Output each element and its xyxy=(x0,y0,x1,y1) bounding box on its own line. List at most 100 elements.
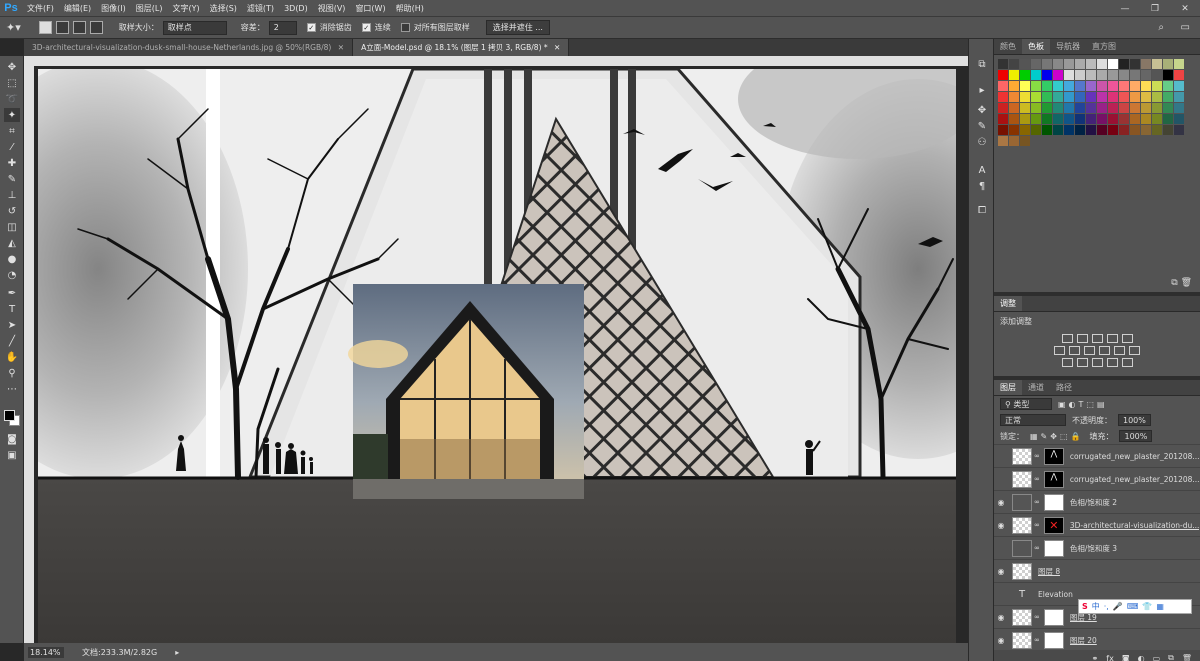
layer-row[interactable]: ◉ ∞ ✕ 3D-architectural-visualization-du... xyxy=(994,513,1200,536)
layer-row[interactable]: ◉ ∞ 图层 20 xyxy=(994,628,1200,651)
color-swatch[interactable] xyxy=(1086,81,1096,91)
color-swatch[interactable] xyxy=(1130,103,1140,113)
visibility-eye-icon[interactable]: ◉ xyxy=(994,590,1008,599)
brightness-icon[interactable] xyxy=(1061,334,1073,343)
color-swatch[interactable] xyxy=(1108,114,1118,124)
color-swatch[interactable] xyxy=(1163,92,1173,102)
color-swatch[interactable] xyxy=(1141,114,1151,124)
menu-file[interactable]: 文件(F) xyxy=(22,0,59,17)
color-swatch[interactable] xyxy=(1163,125,1173,135)
color-swatch[interactable] xyxy=(1075,70,1085,80)
color-swatch[interactable] xyxy=(1053,59,1063,69)
filter-icons[interactable]: ▣◐T⬚▤ xyxy=(1058,400,1108,409)
new-layer-icon[interactable]: ⧉ xyxy=(1168,653,1174,661)
color-swatch[interactable] xyxy=(1064,114,1074,124)
color-swatch[interactable] xyxy=(1130,114,1140,124)
mask-link-icon[interactable]: ∞ xyxy=(1034,521,1040,529)
tab-paths[interactable]: 路径 xyxy=(1050,380,1078,395)
color-swatch[interactable] xyxy=(1009,103,1019,113)
screen-mode-icon[interactable]: ▣ xyxy=(4,448,20,462)
color-swatch[interactable] xyxy=(1163,81,1173,91)
color-swatch[interactable] xyxy=(1097,81,1107,91)
color-swatch[interactable] xyxy=(1064,81,1074,91)
color-swatch[interactable] xyxy=(1053,125,1063,135)
tolerance-input[interactable]: 2 xyxy=(268,20,297,35)
visibility-eye-icon[interactable]: ◉ xyxy=(994,544,1008,553)
color-swatch[interactable] xyxy=(998,114,1008,124)
color-swatch[interactable] xyxy=(1141,103,1151,113)
visibility-eye-icon[interactable]: ◉ xyxy=(994,567,1008,576)
brush-presets-icon[interactable]: ✎ xyxy=(974,119,990,133)
microphone-icon[interactable]: 🎤 xyxy=(1113,602,1123,611)
selective-color-icon[interactable] xyxy=(1121,358,1133,367)
tab-swatches[interactable]: 色板 xyxy=(1022,39,1050,54)
visibility-eye-icon[interactable]: ◉ xyxy=(994,521,1008,530)
color-swatch[interactable] xyxy=(1086,70,1096,80)
close-tab-icon[interactable]: ✕ xyxy=(554,43,560,52)
lock-icons[interactable]: ▦✎✥⬚🔒 xyxy=(1030,432,1083,441)
color-swatch[interactable] xyxy=(1031,59,1041,69)
select-and-mask-button[interactable]: 选择并遮住 ... xyxy=(485,20,550,35)
color-swatch[interactable] xyxy=(1119,81,1129,91)
color-swatch[interactable] xyxy=(1020,70,1030,80)
history-icon[interactable]: ⧉ xyxy=(974,57,990,71)
menu-view[interactable]: 视图(V) xyxy=(313,0,351,17)
layer-style-icon[interactable]: fx xyxy=(1106,654,1114,661)
color-swatch[interactable] xyxy=(1042,92,1052,102)
tab-color[interactable]: 颜色 xyxy=(994,39,1022,54)
history-brush-icon[interactable]: ↺ xyxy=(4,204,20,218)
line-tool-icon[interactable]: ╱ xyxy=(4,334,20,348)
quick-mask-icon[interactable]: ◙ xyxy=(4,432,20,446)
visibility-eye-icon[interactable]: ◉ xyxy=(994,613,1008,622)
new-adjustment-icon[interactable]: ◐ xyxy=(1138,654,1145,661)
menu-filter[interactable]: 滤镜(T) xyxy=(242,0,279,17)
tab-netherlands-jpg[interactable]: 3D-architectural-visualization-dusk-smal… xyxy=(24,39,354,56)
color-swatch[interactable] xyxy=(1152,70,1162,80)
color-swatch[interactable] xyxy=(1086,114,1096,124)
black-white-icon[interactable] xyxy=(1084,346,1095,355)
color-swatch[interactable] xyxy=(1020,81,1030,91)
color-swatch[interactable] xyxy=(1130,125,1140,135)
color-swatch[interactable] xyxy=(1053,81,1063,91)
color-swatch[interactable] xyxy=(1141,92,1151,102)
clone-source-icon[interactable]: ⚇ xyxy=(974,135,990,149)
hue-saturation-icon[interactable] xyxy=(1054,346,1065,355)
color-swatch[interactable] xyxy=(1031,114,1041,124)
color-swatch[interactable] xyxy=(1009,70,1019,80)
color-swatch[interactable] xyxy=(1042,59,1052,69)
ime-toolbar[interactable]: S 中 ·, 🎤 ⌨ 👕 ▦ xyxy=(1078,599,1192,614)
color-swatch[interactable] xyxy=(1163,114,1173,124)
color-swatch[interactable] xyxy=(1042,103,1052,113)
color-swatch[interactable] xyxy=(1174,103,1184,113)
color-swatch[interactable] xyxy=(1130,92,1140,102)
intersect-selection-button[interactable] xyxy=(89,21,103,34)
color-swatch[interactable] xyxy=(1053,103,1063,113)
visibility-eye-icon[interactable]: ◉ xyxy=(994,475,1008,484)
color-swatch[interactable] xyxy=(1020,103,1030,113)
mask-link-icon[interactable]: ∞ xyxy=(1034,613,1040,621)
actions-icon[interactable]: ▸ xyxy=(974,83,990,97)
move-tool-icon[interactable]: ✥ xyxy=(4,60,20,74)
crop-tool-icon[interactable]: ⌗ xyxy=(4,124,20,138)
blur-tool-icon[interactable]: ● xyxy=(4,252,20,266)
layer-row[interactable]: ◉ ∞ 色相/饱和度 3 xyxy=(994,536,1200,559)
color-swatch[interactable] xyxy=(1119,125,1129,135)
color-swatch[interactable] xyxy=(1086,59,1096,69)
curves-icon[interactable] xyxy=(1091,334,1103,343)
link-layers-icon[interactable]: ⚭ xyxy=(1092,654,1099,661)
layer-row[interactable]: ◉ ∞⋀ corrugated_new_plaster_201208... xyxy=(994,444,1200,467)
color-swatch[interactable] xyxy=(1064,103,1074,113)
color-swatch[interactable] xyxy=(998,125,1008,135)
color-swatch[interactable] xyxy=(1064,70,1074,80)
menu-help[interactable]: 帮助(H) xyxy=(391,0,429,17)
color-swatch[interactable] xyxy=(1174,81,1184,91)
eyedropper-tool-icon[interactable]: ⁄ xyxy=(4,140,20,154)
menu-image[interactable]: 图像(I) xyxy=(96,0,131,17)
dodge-tool-icon[interactable]: ◔ xyxy=(4,268,20,282)
sample-size-select[interactable]: 取样点 xyxy=(162,20,227,35)
paragraph-icon[interactable]: ¶ xyxy=(974,179,990,193)
contiguous-checkbox[interactable]: ✓ xyxy=(361,23,371,32)
color-swatch[interactable] xyxy=(1064,59,1074,69)
color-swatch[interactable] xyxy=(998,59,1008,69)
magic-wand-icon[interactable]: ✦▾ xyxy=(6,21,21,34)
